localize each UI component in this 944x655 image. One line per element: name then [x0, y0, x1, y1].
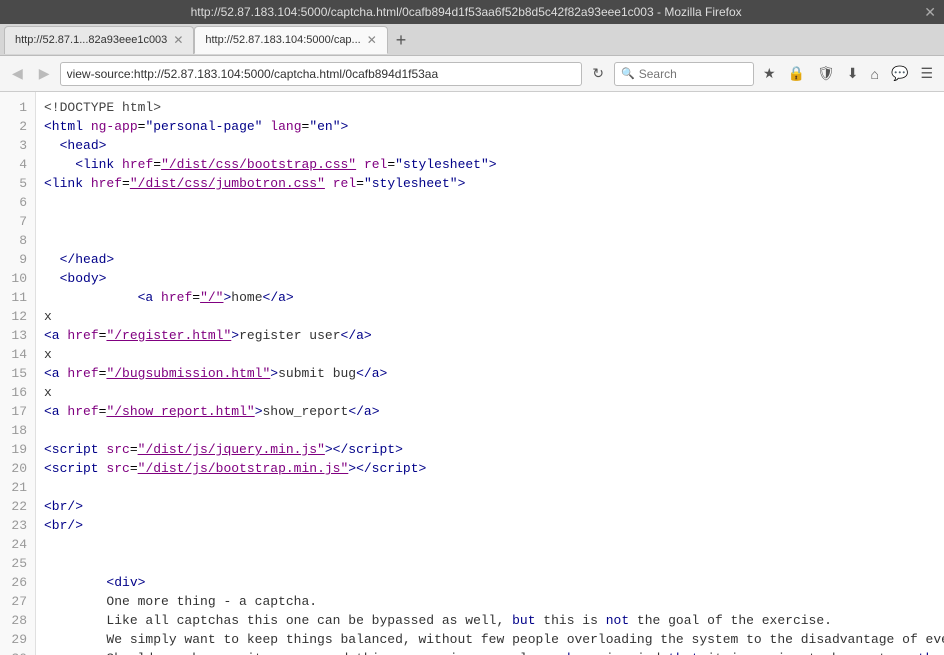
home-button[interactable]: ⌂	[866, 62, 884, 86]
tab-close-2[interactable]: ✕	[367, 33, 377, 47]
tab-bar: http://52.87.1...82a93eee1c003 ✕ http://…	[0, 24, 944, 56]
back-button[interactable]: ◀	[6, 61, 29, 86]
nav-icons: ★ 🔒 🛡 ⬇ ⌂ 💬 ☰	[758, 61, 938, 86]
menu-button[interactable]: ☰	[915, 61, 938, 86]
browser-tab-2[interactable]: http://52.87.183.104:5000/cap... ✕	[194, 26, 387, 54]
address-bar[interactable]	[60, 62, 583, 86]
title-bar-text: http://52.87.183.104:5000/captcha.html/0…	[8, 5, 924, 19]
title-bar: http://52.87.183.104:5000/captcha.html/0…	[0, 0, 944, 24]
bookmark-button[interactable]: ★	[758, 61, 781, 86]
search-input[interactable]	[639, 67, 739, 81]
new-tab-button[interactable]: +	[392, 31, 411, 49]
line-numbers: 1234567891011121314151617181920212223242…	[0, 92, 36, 655]
shield-button[interactable]: 🛡	[812, 61, 840, 86]
lock-button[interactable]: 🔒	[783, 61, 810, 86]
search-icon: 🔍	[621, 67, 635, 80]
tab-title-2: http://52.87.183.104:5000/cap...	[205, 34, 360, 46]
nav-bar: ◀ ▶ ↻ 🔍 ★ 🔒 🛡 ⬇ ⌂ 💬 ☰	[0, 56, 944, 92]
download-button[interactable]: ⬇	[842, 61, 864, 86]
browser-tab-1[interactable]: http://52.87.1...82a93eee1c003 ✕	[4, 26, 194, 54]
refresh-button[interactable]: ↻	[586, 61, 610, 86]
code-view: 1234567891011121314151617181920212223242…	[0, 92, 944, 655]
code-content[interactable]: <!DOCTYPE html><html ng-app="personal-pa…	[36, 92, 944, 655]
close-button[interactable]: ✕	[924, 4, 936, 21]
speech-button[interactable]: 💬	[886, 61, 913, 86]
forward-button[interactable]: ▶	[33, 61, 56, 86]
tab-close-1[interactable]: ✕	[173, 33, 183, 47]
tab-title-1: http://52.87.1...82a93eee1c003	[15, 34, 167, 46]
search-bar[interactable]: 🔍	[614, 62, 754, 86]
